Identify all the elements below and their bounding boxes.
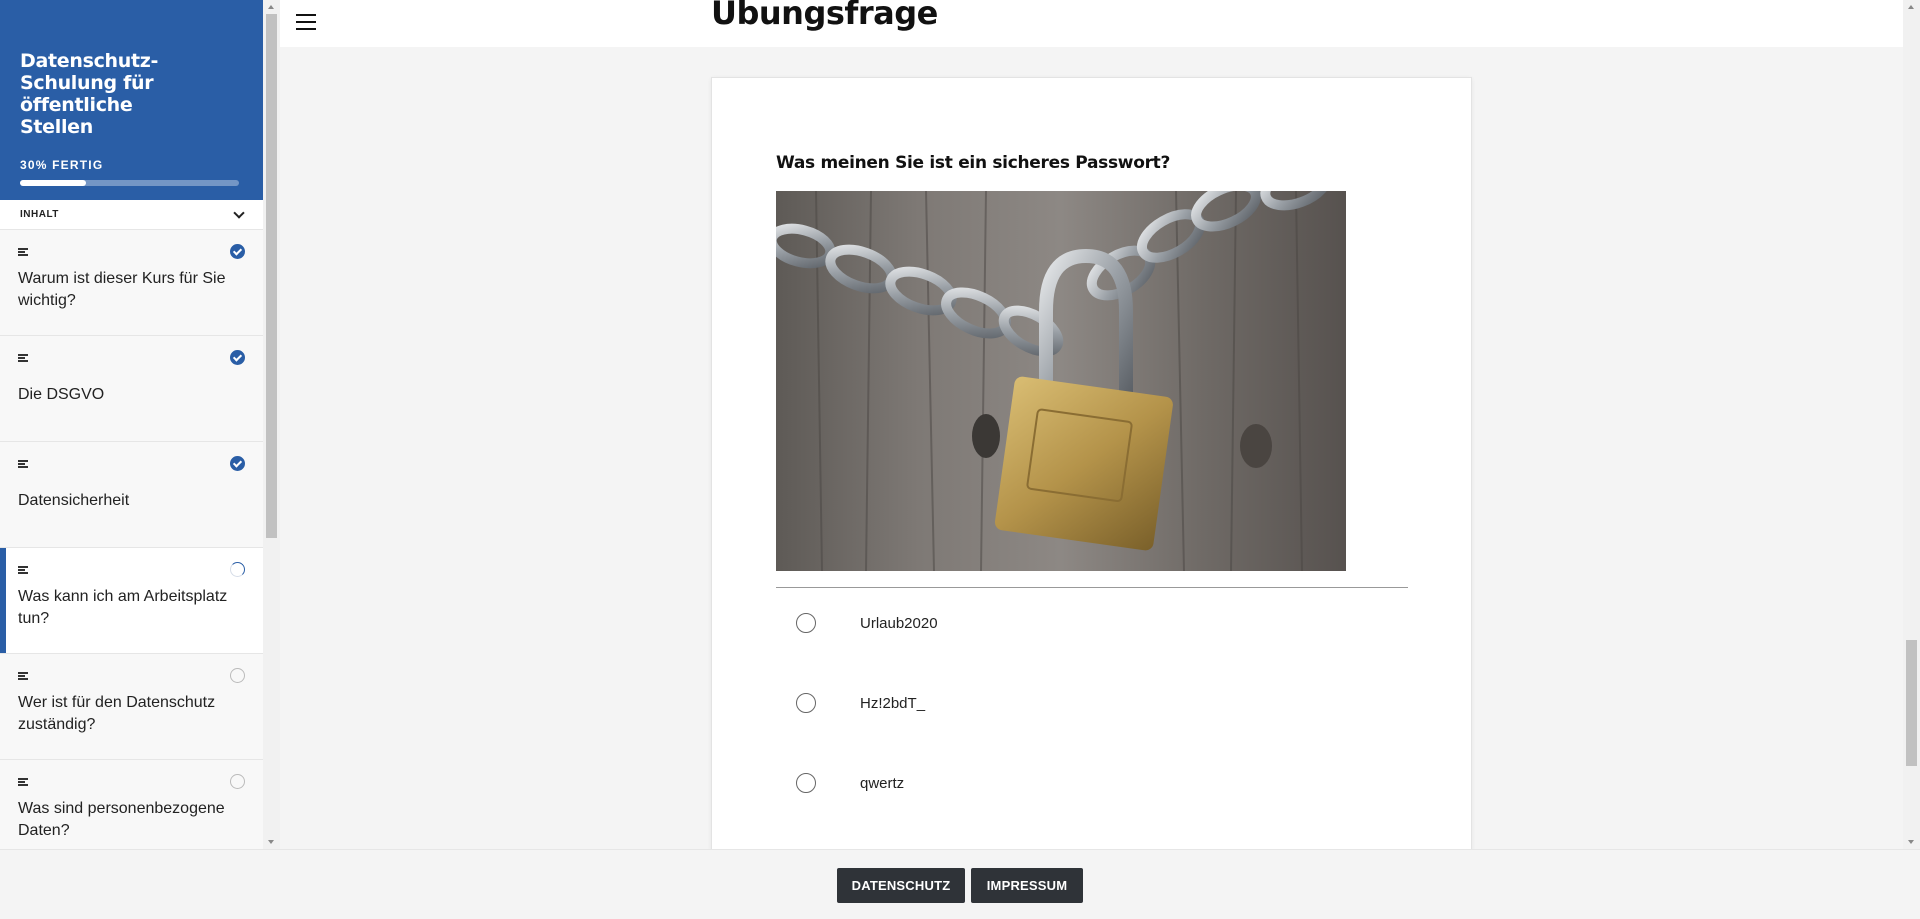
text-lesson-icon xyxy=(18,460,28,468)
lesson-title: Was sind personenbezogene Daten? xyxy=(18,800,225,839)
main-scrollbar[interactable] xyxy=(1903,0,1920,849)
sidebar-scrollbar-thumb[interactable] xyxy=(266,14,277,538)
answer-option-label: Hz!2bdT_ xyxy=(860,694,926,712)
lesson-title: Warum ist dieser Kurs für Sie wichtig? xyxy=(18,270,226,309)
course-sidebar: Datenschutz-Schulung für öffentliche Ste… xyxy=(0,0,263,919)
radio-button[interactable] xyxy=(796,773,816,793)
progress-bar xyxy=(20,180,239,186)
answer-option[interactable]: Urlaub2020 xyxy=(776,593,1408,653)
lesson-title: Datensicherheit xyxy=(18,492,130,509)
sidebar-item-lesson[interactable]: Warum ist dieser Kurs für Sie wichtig? xyxy=(0,230,263,336)
text-lesson-icon xyxy=(18,778,28,786)
sidebar-scrollbar[interactable] xyxy=(263,0,280,849)
radio-button[interactable] xyxy=(796,613,816,633)
radio-button[interactable] xyxy=(796,693,816,713)
privacy-policy-button[interactable]: DATENSCHUTZ xyxy=(837,868,965,903)
sidebar-header: Datenschutz-Schulung für öffentliche Ste… xyxy=(0,0,263,200)
completed-check-icon xyxy=(230,244,245,259)
sidebar-item-lesson[interactable]: Die DSGVO xyxy=(0,336,263,442)
lesson-title: Wer ist für den Datenschutz zuständig? xyxy=(18,694,216,733)
answer-option[interactable]: Hz!2bdT_ xyxy=(776,673,1408,733)
top-bar: Übungsfrage xyxy=(280,0,1903,47)
contents-toggle[interactable]: INHALT xyxy=(0,200,263,230)
divider xyxy=(776,587,1408,588)
main-scrollbar-thumb[interactable] xyxy=(1906,640,1917,766)
text-lesson-icon xyxy=(18,354,28,362)
imprint-button[interactable]: IMPRESSUM xyxy=(971,868,1083,903)
contents-label: INHALT xyxy=(20,209,59,220)
lesson-title: Die DSGVO xyxy=(18,386,105,403)
sidebar-item-lesson[interactable]: Datensicherheit xyxy=(0,442,263,548)
padlock-chain-image xyxy=(776,191,1346,571)
scroll-down-arrow-icon[interactable] xyxy=(268,840,274,844)
scroll-up-arrow-icon[interactable] xyxy=(268,5,274,9)
hamburger-menu-icon[interactable] xyxy=(296,14,316,30)
in-progress-icon xyxy=(230,562,245,577)
progress-label: 30% FERTIG xyxy=(20,158,104,172)
scroll-up-arrow-icon[interactable] xyxy=(1908,5,1914,9)
sidebar-item-lesson[interactable]: Wer ist für den Datenschutz zuständig? xyxy=(0,654,263,760)
text-lesson-icon xyxy=(18,566,28,574)
quiz-card: Was meinen Sie ist ein sicheres Passwort… xyxy=(711,77,1472,852)
footer: DATENSCHUTZ IMPRESSUM xyxy=(0,849,1920,919)
completed-check-icon xyxy=(230,456,245,471)
not-started-circle-icon xyxy=(230,668,245,683)
progress-bar-fill xyxy=(20,180,86,186)
course-title[interactable]: Datenschutz-Schulung für öffentliche Ste… xyxy=(20,50,210,138)
question-text: Was meinen Sie ist ein sicheres Passwort… xyxy=(776,153,1171,173)
page-title: Übungsfrage xyxy=(711,0,938,32)
text-lesson-icon xyxy=(18,248,28,256)
text-lesson-icon xyxy=(18,672,28,680)
answer-option[interactable]: qwertz xyxy=(776,753,1408,813)
scroll-down-arrow-icon[interactable] xyxy=(1908,840,1914,844)
answer-option-label: Urlaub2020 xyxy=(860,614,938,632)
sidebar-item-lesson-active[interactable]: Was kann ich am Arbeitsplatz tun? xyxy=(0,548,263,654)
answer-option-label: qwertz xyxy=(860,774,905,792)
completed-check-icon xyxy=(230,350,245,365)
not-started-circle-icon xyxy=(230,774,245,789)
chevron-down-icon xyxy=(233,206,245,219)
lesson-title: Was kann ich am Arbeitsplatz tun? xyxy=(18,588,228,627)
